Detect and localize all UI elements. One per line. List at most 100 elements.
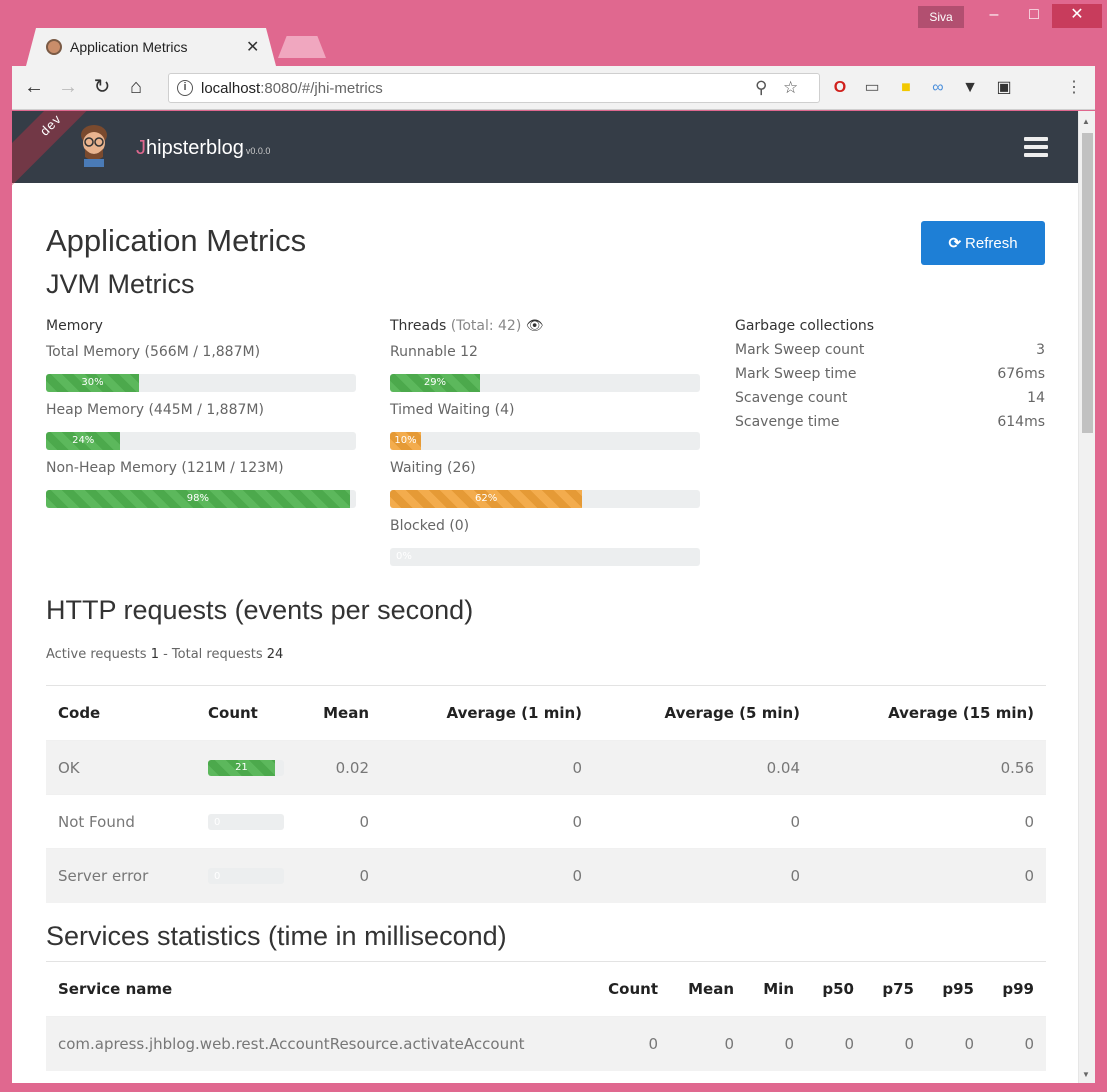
brand-name[interactable]: Jhipsterblog v0.0.0 (136, 137, 270, 160)
favicon-icon (46, 39, 62, 55)
table-row: Server error 0 0 0 0 0 (46, 848, 1046, 903)
services-statistics-title: Services statistics (time in millisecond… (46, 921, 507, 951)
maximize-button[interactable]: □ (1016, 4, 1052, 28)
browser-toolbar: ← → ↻ ⌂ i localhost:8080/#/jhi-metrics ⚲… (12, 66, 1095, 110)
url-path: :8080/#/jhi-metrics (260, 80, 383, 97)
avg5-cell: 0.04 (594, 740, 812, 795)
page-title: Application Metrics (46, 223, 307, 258)
thread-label: Blocked (0) (390, 518, 470, 534)
memory-progress-fill: 24% (46, 432, 121, 450)
info-icon[interactable]: i (177, 80, 193, 96)
table-header-row: Code Count Mean Average (1 min) Average … (46, 685, 1046, 741)
browser-tab[interactable]: Application Metrics ✕ (26, 28, 276, 66)
opera-extension-icon[interactable]: O (830, 78, 850, 98)
gc-row: Scavenge count 14 (735, 390, 1045, 406)
active-requests-label: Active requests (46, 647, 147, 662)
scroll-down-arrow-icon[interactable]: ▼ (1082, 1070, 1090, 1079)
column-header: Mean (306, 685, 381, 741)
back-arrow-icon[interactable]: ← (22, 76, 46, 100)
refresh-icon: ⟳ (948, 235, 962, 252)
total-requests-value: 24 (266, 647, 284, 662)
hipster-logo-icon[interactable] (76, 123, 112, 167)
column-header: Min (746, 961, 806, 1017)
column-header: Average (15 min) (812, 685, 1046, 741)
thread-progress: 29% (390, 374, 700, 392)
brand-initial: J (136, 137, 146, 159)
refresh-button[interactable]: ⟳ Refresh (921, 221, 1045, 265)
count-progress: 0 (208, 867, 284, 884)
password-extension-icon[interactable]: ▣ (994, 78, 1014, 98)
code-cell: Not Found (46, 794, 196, 849)
avg15-cell: 0 (812, 794, 1046, 849)
bookmark-star-icon[interactable]: ☆ (783, 78, 798, 98)
mean-cell: 0 (670, 1016, 746, 1071)
link-extension-icon[interactable]: ∞ (928, 78, 948, 98)
memory-column: Memory Total Memory (566M / 1,887M) 30% … (46, 318, 356, 508)
forward-arrow-icon[interactable]: → (56, 76, 80, 100)
tab-close-icon[interactable]: ✕ (246, 37, 259, 57)
profile-badge[interactable]: Siva (918, 6, 964, 28)
cast-icon[interactable]: ▭ (862, 78, 882, 98)
gc-row: Scavenge time 614ms (735, 414, 1045, 430)
count-progress-fill: 21 (208, 759, 275, 776)
code-cell: OK (46, 740, 196, 795)
memory-heading: Memory (46, 318, 103, 334)
services-table: Service name Count Mean Min p50 p75 p95 … (46, 961, 1046, 1071)
thread-progress-text: 0% (396, 551, 412, 562)
new-tab-button[interactable] (278, 36, 326, 58)
column-header: Count (584, 961, 670, 1017)
gc-row: Mark Sweep time 676ms (735, 366, 1045, 382)
count-cell: 0 (584, 1016, 670, 1071)
refresh-label: Refresh (965, 235, 1018, 252)
gc-label: Scavenge time (735, 414, 840, 430)
memory-progress: 30% (46, 374, 356, 392)
count-cell: 0 (196, 848, 306, 903)
thread-progress-fill: 10% (390, 432, 421, 450)
color-extension-icon[interactable]: ■ (896, 78, 916, 98)
zoom-icon[interactable]: ⚲ (755, 78, 767, 98)
hamburger-menu-icon[interactable] (1024, 137, 1048, 157)
eye-icon[interactable]: 👁 (526, 318, 544, 334)
p95-cell: 0 (926, 1016, 986, 1071)
min-cell: 0 (746, 1016, 806, 1071)
column-header: p95 (926, 961, 986, 1017)
request-summary: Active requests 1 - Total requests 24 (46, 647, 283, 662)
page-viewport: Jhipsterblog v0.0.0 dev Application Metri… (12, 111, 1095, 1083)
active-requests-value: 1 (150, 647, 159, 662)
thread-progress: 10% (390, 432, 700, 450)
avg5-cell: 0 (594, 794, 812, 849)
memory-label: Heap Memory (445M / 1,887M) (46, 402, 264, 418)
table-header-row: Service name Count Mean Min p50 p75 p95 … (46, 961, 1046, 1017)
http-requests-table: Code Count Mean Average (1 min) Average … (46, 685, 1046, 903)
gc-column: Garbage collections Mark Sweep count 3 Ma… (735, 318, 1045, 430)
thread-label: Waiting (26) (390, 460, 476, 476)
memory-progress-fill: 30% (46, 374, 139, 392)
menu-dots-icon[interactable]: ⋮ (1064, 78, 1084, 98)
scroll-up-arrow-icon[interactable]: ▲ (1082, 117, 1090, 126)
table-row: OK 21 0.02 0 0.04 0.56 (46, 740, 1046, 795)
jvm-metrics-title: JVM Metrics (46, 269, 195, 299)
home-icon[interactable]: ⌂ (124, 76, 148, 100)
pocket-icon[interactable]: ▼ (960, 78, 980, 98)
count-progress: 0 (208, 813, 284, 830)
close-window-button[interactable]: ✕ (1052, 4, 1102, 28)
column-header: p99 (986, 961, 1046, 1017)
reload-icon[interactable]: ↻ (90, 76, 114, 100)
gc-value: 676ms (997, 366, 1045, 382)
vertical-scrollbar[interactable]: ▲ ▼ (1078, 111, 1095, 1083)
service-name-cell: com.apress.jhblog.web.rest.AccountResour… (46, 1016, 584, 1071)
app-navbar: Jhipsterblog v0.0.0 (12, 111, 1078, 183)
memory-progress: 98% (46, 490, 356, 508)
address-bar[interactable]: i localhost:8080/#/jhi-metrics ⚲ ☆ (168, 73, 820, 103)
tab-title: Application Metrics (70, 39, 188, 55)
minimize-button[interactable]: – (976, 4, 1012, 28)
mean-cell: 0 (306, 848, 381, 903)
column-header: p75 (866, 961, 926, 1017)
scroll-thumb[interactable] (1082, 133, 1093, 433)
threads-column: Threads (Total: 42) 👁 Runnable 12 29% Ti… (390, 318, 700, 566)
avg15-cell: 0 (812, 848, 1046, 903)
count-progress: 21 (208, 759, 284, 776)
threads-heading-label: Threads (390, 318, 447, 334)
memory-label: Non-Heap Memory (121M / 123M) (46, 460, 284, 476)
url-text[interactable]: localhost:8080/#/jhi-metrics (201, 80, 383, 97)
